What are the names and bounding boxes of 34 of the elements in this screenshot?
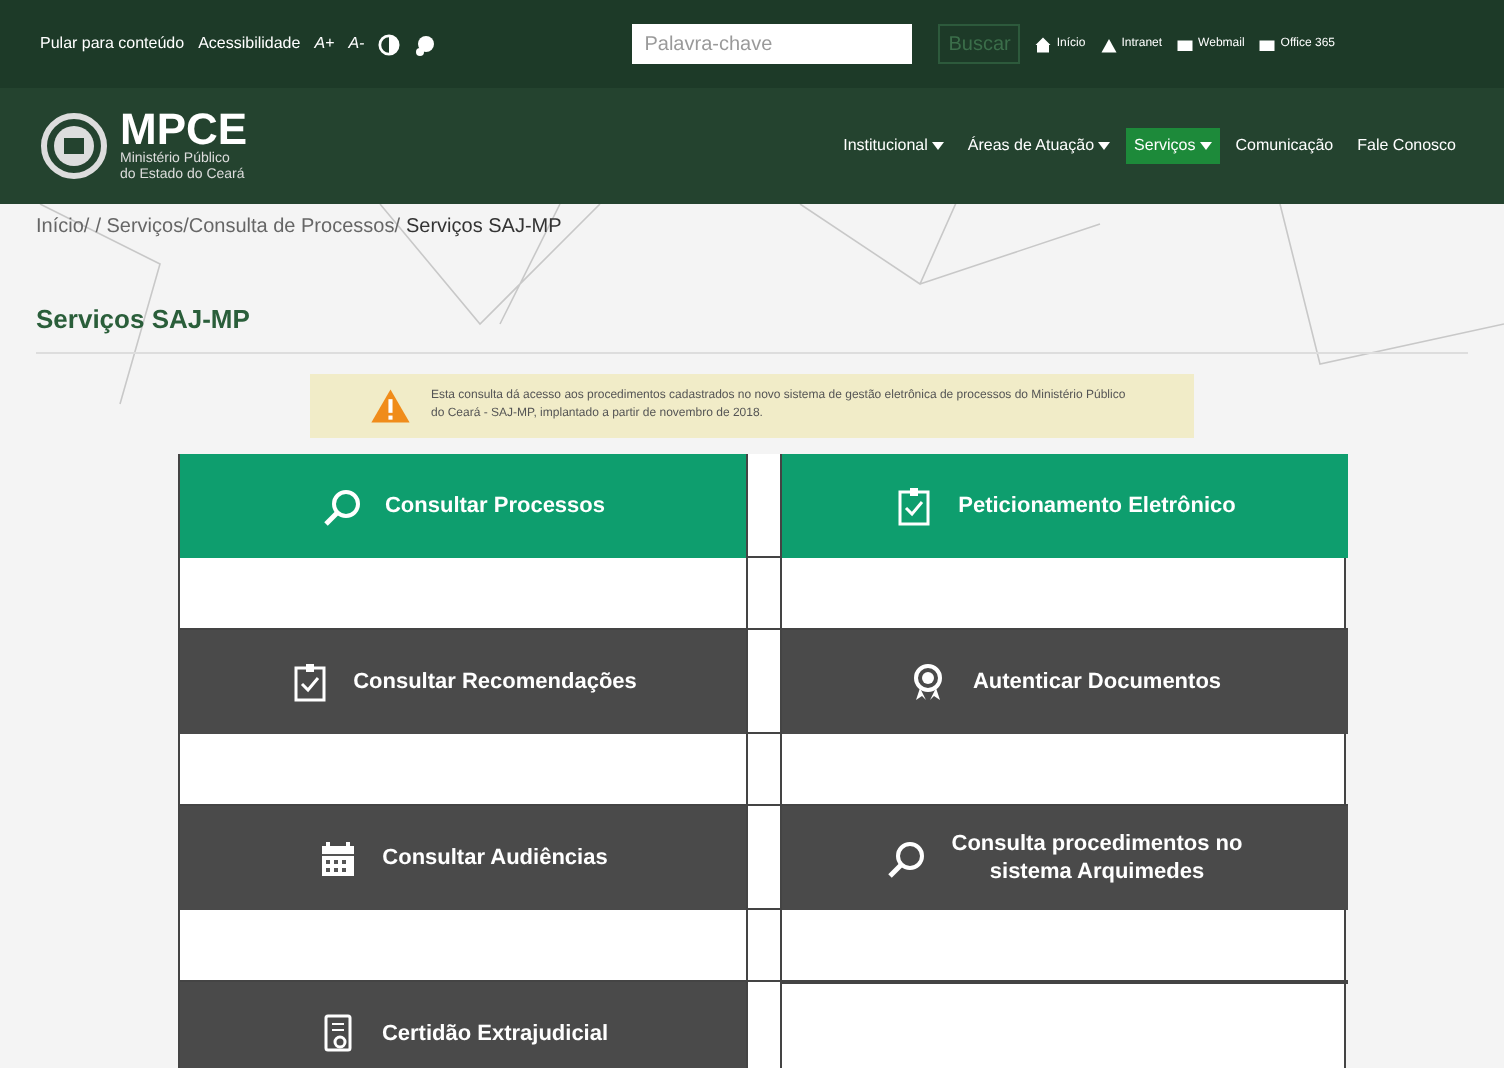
emblem-icon — [40, 112, 108, 180]
mail-icon — [1176, 35, 1195, 53]
nav-item[interactable]: Comunicação — [1227, 128, 1342, 164]
service-button[interactable]: Certidão Extrajudicial — [180, 981, 746, 1068]
service-button[interactable]: Autenticar Documentos — [782, 629, 1348, 733]
nav-item[interactable]: Serviços — [1126, 128, 1220, 164]
calendar-icon — [318, 837, 359, 877]
logo-title: MPCE — [120, 108, 248, 152]
breadcrumb-link[interactable]: Início/ — [36, 216, 90, 238]
search-icon — [320, 485, 361, 525]
top-link[interactable]: Pular para conteúdo — [40, 32, 185, 56]
empty-cell — [746, 909, 782, 981]
font-size-button[interactable]: A- — [348, 32, 365, 56]
service-button[interactable]: Consultar Recomendações — [180, 629, 746, 733]
nav-item[interactable]: Institucional — [835, 128, 952, 164]
clipboard-check-icon — [289, 661, 330, 701]
home-icon — [1034, 35, 1053, 53]
empty-cell — [746, 557, 782, 629]
contrast-icon[interactable] — [378, 33, 401, 55]
mail-icon — [1258, 35, 1277, 53]
breadcrumb-current: Serviços SAJ-MP — [405, 216, 562, 238]
service-button[interactable]: Consultar Audiências — [180, 805, 746, 909]
top-link[interactable]: Acessibilidade — [198, 32, 301, 56]
font-size-button[interactable]: A+ — [314, 32, 335, 56]
intranet-icon — [1099, 35, 1118, 53]
nav-item[interactable]: Fale Conosco — [1349, 128, 1464, 164]
search-icon — [883, 837, 923, 877]
service-button[interactable]: Consulta procedimentos no sistema Arquimedes — [782, 805, 1348, 909]
clipboard-check-icon — [894, 485, 935, 525]
search-field[interactable]: Palavra-chave — [632, 24, 913, 64]
nav-item[interactable]: Áreas de Atuação — [959, 128, 1119, 164]
breadcrumb-link[interactable]: / Serviços/Consulta de Processos/ — [95, 216, 400, 238]
page-title: Serviços SAJ-MP — [36, 300, 1468, 353]
empty-cell — [746, 733, 782, 805]
